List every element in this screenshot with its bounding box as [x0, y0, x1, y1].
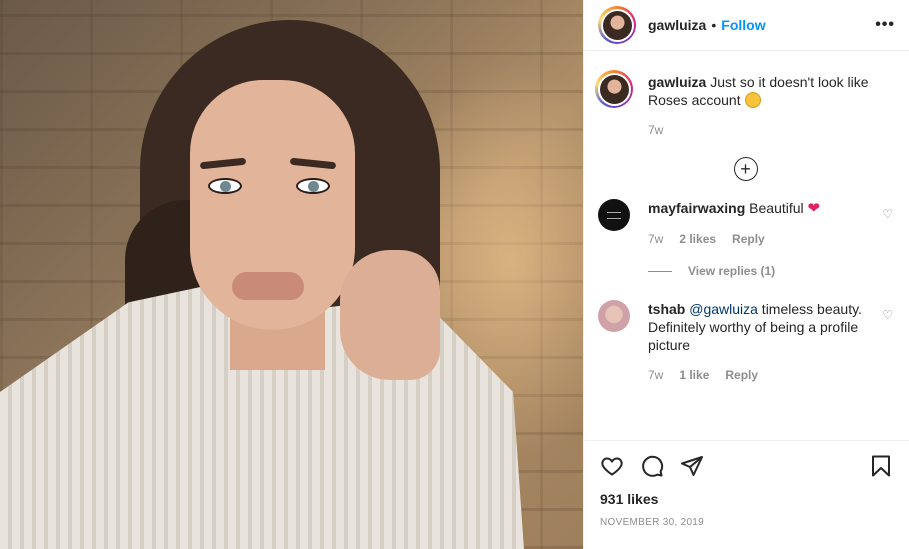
photo-lips — [232, 272, 304, 300]
header-username[interactable]: gawluiza — [648, 17, 706, 33]
action-icons — [600, 451, 893, 481]
avatar[interactable] — [598, 6, 636, 44]
caption-time[interactable]: 7w — [648, 123, 663, 137]
caption-text: gawluiza Just so it doesn't look like Ro… — [648, 73, 873, 109]
caption-meta: 7w — [648, 123, 873, 137]
follow-button[interactable]: Follow — [721, 17, 765, 33]
avatar-inner — [600, 8, 634, 42]
like-comment-heart-icon[interactable]: ♡ — [882, 308, 893, 322]
comment: tshab @gawluiza timeless beauty. Definit… — [598, 300, 893, 382]
post-actions: 931 likes NOVEMBER 30, 2019 — [584, 440, 909, 549]
post-date[interactable]: NOVEMBER 30, 2019 — [600, 517, 893, 528]
like-comment-heart-icon[interactable]: ♡ — [882, 207, 893, 221]
reply-button[interactable]: Reply — [732, 232, 765, 246]
comment-likes[interactable]: 1 like — [679, 368, 709, 382]
post-dialog: gawluiza • Follow ••• gawluiza Just so i… — [0, 0, 909, 549]
avatar-picture — [602, 10, 632, 40]
comment-body: mayfairwaxing Beautiful ❤ 7w 2 likes Rep… — [648, 199, 893, 246]
caption-avatar-picture — [599, 74, 629, 104]
comment-time[interactable]: 7w — [648, 368, 663, 382]
caption-avatar[interactable] — [595, 70, 633, 108]
share-icon[interactable] — [680, 454, 704, 478]
view-replies-button[interactable]: View replies (1) — [648, 264, 893, 278]
likes-count[interactable]: 931 likes — [600, 491, 893, 507]
bookmark-icon[interactable] — [869, 454, 893, 478]
comment-body: tshab @gawluiza timeless beauty. Definit… — [648, 300, 893, 382]
comment-meta: 7w 2 likes Reply — [648, 232, 873, 246]
comment-username[interactable]: tshab — [648, 301, 685, 317]
caption-body: gawluiza Just so it doesn't look like Ro… — [648, 73, 893, 137]
comment-meta: 7w 1 like Reply — [648, 368, 873, 382]
comment: mayfairwaxing Beautiful ❤ 7w 2 likes Rep… — [598, 199, 893, 246]
comment-avatar[interactable] — [598, 300, 630, 332]
comments-section: gawluiza Just so it doesn't look like Ro… — [584, 51, 909, 440]
view-replies-label: View replies (1) — [688, 264, 776, 278]
reply-button[interactable]: Reply — [725, 368, 758, 382]
post-header: gawluiza • Follow ••• — [584, 0, 909, 51]
more-options-icon[interactable]: ••• — [875, 16, 895, 34]
comment-text: tshab @gawluiza timeless beauty. Definit… — [648, 300, 873, 354]
comment-icon[interactable] — [640, 454, 664, 478]
photo-eye-right — [296, 178, 330, 194]
comment-likes[interactable]: 2 likes — [679, 232, 716, 246]
comment-content: Beautiful — [749, 200, 804, 216]
comment-mention[interactable]: @gawluiza — [689, 301, 758, 317]
comment-avatar[interactable] — [598, 199, 630, 231]
heart-icon[interactable] — [600, 454, 624, 478]
caption-username[interactable]: gawluiza — [648, 74, 706, 90]
plus-circle-icon[interactable]: + — [733, 157, 758, 181]
photo-hand — [340, 250, 440, 380]
upside-down-face-icon — [744, 92, 761, 108]
caption: gawluiza Just so it doesn't look like Ro… — [595, 70, 893, 137]
load-more-comments: + — [598, 157, 893, 181]
red-heart-icon: ❤ — [807, 200, 821, 217]
separator-dot: • — [711, 17, 717, 33]
comment-time[interactable]: 7w — [648, 232, 663, 246]
photo-eye-left — [208, 178, 242, 194]
post-side-panel: gawluiza • Follow ••• gawluiza Just so i… — [583, 0, 909, 549]
post-photo[interactable] — [0, 0, 583, 549]
view-replies-line — [648, 270, 672, 272]
comment-text: mayfairwaxing Beautiful ❤ — [648, 199, 873, 218]
comment-username[interactable]: mayfairwaxing — [648, 200, 745, 216]
caption-avatar-inner — [597, 72, 631, 106]
